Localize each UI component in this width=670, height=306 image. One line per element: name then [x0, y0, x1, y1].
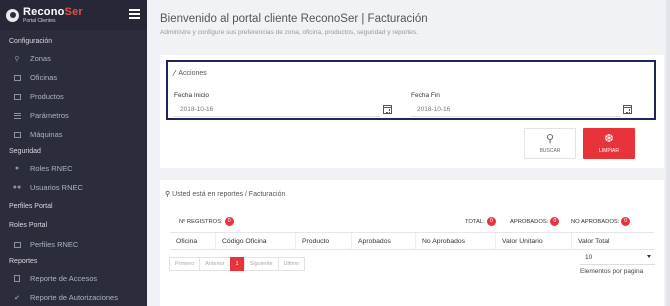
sidebar-item-reporte-accesos[interactable]: Reporte de Accesos	[0, 269, 147, 288]
sidebar-item-maquinas[interactable]: Máquinas	[0, 125, 147, 144]
building-icon	[13, 74, 21, 81]
sidebar-item-reporte-autorizaciones[interactable]: ✔ Reporte de Autorizaciones	[0, 288, 147, 306]
sidebar-item-label: Máquinas	[30, 130, 63, 139]
section-roles-portal[interactable]: Roles Portal	[0, 216, 147, 235]
section-reportes: Reportes	[9, 258, 38, 265]
actions-title-label: Acciones	[178, 70, 207, 77]
sidebar-item-label: Oficinas	[30, 73, 58, 82]
check-icon: ✔	[14, 294, 20, 302]
sidebar-item-productos[interactable]: Productos	[0, 87, 147, 106]
column-header[interactable]: No Aprobados	[416, 233, 496, 249]
sidebar-item-parametros[interactable]: Parámetros	[0, 106, 147, 125]
fecha-fin-input[interactable]: 2018-10-16	[411, 102, 621, 117]
limpiar-button[interactable]: ❆ LIMPIAR	[583, 128, 635, 159]
chevron-down-icon	[647, 255, 651, 258]
sidebar-item-label: Zonas	[30, 54, 51, 63]
brand-subtitle: Portal Clientes	[23, 17, 56, 24]
magic-wand-icon: ⁄	[174, 69, 176, 78]
sidebar: ReconoSer Portal Clientes Configuración …	[0, 0, 147, 306]
actions-title: ⁄ Acciones	[174, 69, 207, 78]
column-header[interactable]: Aprobados	[352, 233, 416, 249]
registros-badge: 0	[224, 217, 234, 226]
pager-last[interactable]: Ultimo	[277, 257, 306, 271]
logo-icon	[6, 8, 19, 22]
total-badge: 0	[486, 217, 496, 226]
sliders-icon	[13, 112, 21, 119]
card-icon	[13, 241, 21, 248]
sidebar-item-label: Usuarios RNEC	[30, 183, 83, 192]
page-description: Administre y configure sus preferencias …	[160, 29, 418, 36]
total-count: TOTAL: 0	[465, 217, 496, 226]
page-size-label: Elementos por pagina	[580, 268, 644, 275]
pager-next[interactable]: Siguiente	[243, 257, 279, 271]
brand-name: ReconoSer	[23, 5, 83, 18]
column-header[interactable]: Código Oficina	[216, 233, 296, 249]
sidebar-item-label: Roles RNEC	[30, 164, 73, 173]
users-icon: ●●	[12, 184, 22, 191]
sidebar-item-oficinas[interactable]: Oficinas	[0, 68, 147, 87]
no-aprobados-label: NO APROBADOS:	[571, 218, 620, 225]
section-seguridad: Seguridad	[9, 148, 41, 155]
breadcrumb-text: Usted está en reportes / Facturación	[172, 190, 286, 198]
sidebar-item-roles-rnec[interactable]: ● Roles RNEC	[0, 159, 147, 178]
no-aprobados-count: NO APROBADOS: 0	[571, 217, 631, 226]
page-size-select[interactable]: 10	[580, 250, 655, 265]
registros-label: Nº REGISTROS:	[179, 218, 223, 225]
fecha-fin-label: Fecha Fin	[411, 92, 440, 99]
report-card: ⚲ Usted está en reportes / Facturación N…	[160, 180, 664, 306]
buscar-label: BUSCAR	[539, 147, 561, 154]
page-title: Bienvenido al portal cliente ReconoSer |…	[160, 13, 428, 25]
actions-panel: ⁄ Acciones Fecha Inicio 2018-10-16 Fecha…	[166, 60, 656, 120]
sidebar-item-label: Reporte de Autorizaciones	[30, 293, 118, 302]
calendar-icon[interactable]	[383, 105, 392, 114]
pager-current[interactable]: 1	[229, 257, 245, 271]
buscar-button[interactable]: ⚲ BUSCAR	[524, 128, 576, 159]
brush-icon: ❆	[604, 132, 614, 145]
pager-first[interactable]: Primero	[169, 257, 201, 271]
sidebar-item-label: Reporte de Accesos	[30, 274, 98, 283]
actions-card: ⁄ Acciones Fecha Inicio 2018-10-16 Fecha…	[160, 55, 664, 168]
fecha-inicio-label: Fecha Inicio	[174, 92, 210, 99]
scrollbar[interactable]	[666, 0, 670, 306]
limpiar-label: LIMPIAR	[598, 147, 619, 154]
fecha-inicio-input[interactable]: 2018-10-16	[174, 102, 380, 117]
registros-count: Nº REGISTROS: 0	[179, 217, 234, 226]
column-header[interactable]: Valor Total	[572, 233, 654, 249]
table-header: Oficina Código Oficina Producto Aprobado…	[170, 232, 654, 250]
aprobados-label: APROBADOS:	[510, 218, 549, 225]
monitor-icon	[13, 131, 21, 138]
sidebar-item-label: Perfiles RNEC	[30, 240, 79, 249]
menu-toggle-icon[interactable]	[129, 9, 140, 19]
column-header[interactable]: Producto	[296, 233, 352, 249]
sidebar-item-label: Productos	[30, 92, 64, 101]
section-perfiles-portal[interactable]: Perfiles Portal	[0, 197, 147, 216]
aprobados-count: APROBADOS: 0	[510, 217, 560, 226]
sidebar-item-usuarios-rnec[interactable]: ●● Usuarios RNEC	[0, 178, 147, 197]
sidebar-item-zonas[interactable]: ⚲ Zonas	[0, 49, 147, 68]
sidebar-item-label: Parámetros	[30, 111, 69, 120]
calendar-icon[interactable]	[623, 105, 632, 114]
user-icon: ●	[14, 165, 20, 172]
main-content: Bienvenido al portal cliente ReconoSer |…	[147, 0, 670, 306]
card-icon	[13, 93, 21, 100]
column-header[interactable]: Oficina	[170, 233, 216, 249]
breadcrumb: ⚲ Usted está en reportes / Facturación	[165, 190, 286, 199]
column-header[interactable]: Valor Unitario	[496, 233, 572, 249]
section-configuracion: Configuración	[9, 38, 53, 45]
map-pin-icon: ⚲	[14, 55, 20, 63]
search-icon: ⚲	[545, 132, 555, 145]
document-icon	[13, 275, 21, 282]
pager-prev[interactable]: Anterior	[199, 257, 231, 271]
page-size-value: 10	[585, 253, 593, 261]
aprobados-badge: 0	[550, 217, 560, 226]
no-aprobados-badge: 0	[621, 217, 631, 226]
map-pin-icon: ⚲	[165, 191, 171, 198]
total-label: TOTAL:	[465, 218, 485, 225]
pagination: Primero Anterior 1 Siguiente Ultimo	[169, 257, 306, 271]
sidebar-menu: Configuración ⚲ Zonas Oficinas Productos…	[0, 30, 147, 306]
sidebar-item-perfiles-rnec[interactable]: Perfiles RNEC	[0, 235, 147, 254]
brand: ReconoSer Portal Clientes	[0, 0, 147, 30]
